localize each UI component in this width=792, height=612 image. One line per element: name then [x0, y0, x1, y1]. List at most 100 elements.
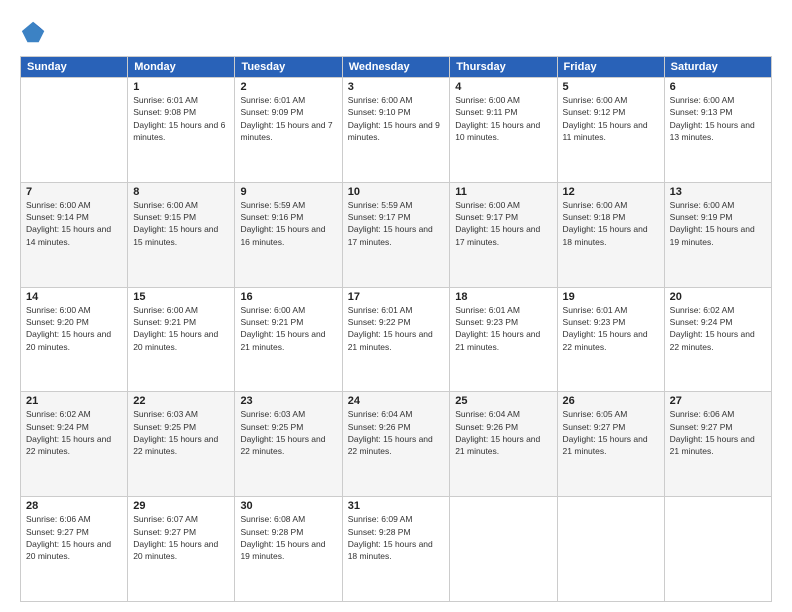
table-row: 7Sunrise: 6:00 AMSunset: 9:14 PMDaylight… [21, 182, 128, 287]
table-row: 13Sunrise: 6:00 AMSunset: 9:19 PMDayligh… [664, 182, 771, 287]
day-info: Sunrise: 6:01 AMSunset: 9:23 PMDaylight:… [455, 304, 551, 353]
day-number: 10 [348, 186, 445, 198]
day-number: 12 [563, 186, 659, 198]
table-row: 5Sunrise: 6:00 AMSunset: 9:12 PMDaylight… [557, 78, 664, 183]
calendar-table: Sunday Monday Tuesday Wednesday Thursday… [20, 56, 772, 602]
day-info: Sunrise: 6:00 AMSunset: 9:21 PMDaylight:… [240, 304, 336, 353]
table-row: 14Sunrise: 6:00 AMSunset: 9:20 PMDayligh… [21, 287, 128, 392]
col-friday: Friday [557, 57, 664, 78]
day-info: Sunrise: 6:00 AMSunset: 9:18 PMDaylight:… [563, 199, 659, 248]
table-row: 6Sunrise: 6:00 AMSunset: 9:13 PMDaylight… [664, 78, 771, 183]
day-number: 27 [670, 395, 766, 407]
day-number: 8 [133, 186, 229, 198]
logo-icon [20, 18, 48, 46]
table-row [664, 497, 771, 602]
table-row: 31Sunrise: 6:09 AMSunset: 9:28 PMDayligh… [342, 497, 450, 602]
day-info: Sunrise: 6:04 AMSunset: 9:26 PMDaylight:… [455, 408, 551, 457]
table-row: 17Sunrise: 6:01 AMSunset: 9:22 PMDayligh… [342, 287, 450, 392]
day-info: Sunrise: 6:02 AMSunset: 9:24 PMDaylight:… [26, 408, 122, 457]
table-row: 9Sunrise: 5:59 AMSunset: 9:16 PMDaylight… [235, 182, 342, 287]
table-row: 30Sunrise: 6:08 AMSunset: 9:28 PMDayligh… [235, 497, 342, 602]
day-number: 20 [670, 291, 766, 303]
table-row: 23Sunrise: 6:03 AMSunset: 9:25 PMDayligh… [235, 392, 342, 497]
table-row: 28Sunrise: 6:06 AMSunset: 9:27 PMDayligh… [21, 497, 128, 602]
day-info: Sunrise: 6:00 AMSunset: 9:21 PMDaylight:… [133, 304, 229, 353]
day-info: Sunrise: 6:00 AMSunset: 9:19 PMDaylight:… [670, 199, 766, 248]
day-number: 2 [240, 81, 336, 93]
day-number: 16 [240, 291, 336, 303]
col-thursday: Thursday [450, 57, 557, 78]
table-row: 15Sunrise: 6:00 AMSunset: 9:21 PMDayligh… [128, 287, 235, 392]
day-info: Sunrise: 6:00 AMSunset: 9:12 PMDaylight:… [563, 94, 659, 143]
calendar-week-row: 7Sunrise: 6:00 AMSunset: 9:14 PMDaylight… [21, 182, 772, 287]
day-number: 25 [455, 395, 551, 407]
day-info: Sunrise: 6:06 AMSunset: 9:27 PMDaylight:… [670, 408, 766, 457]
day-number: 23 [240, 395, 336, 407]
table-row: 10Sunrise: 5:59 AMSunset: 9:17 PMDayligh… [342, 182, 450, 287]
day-info: Sunrise: 5:59 AMSunset: 9:17 PMDaylight:… [348, 199, 445, 248]
day-info: Sunrise: 6:01 AMSunset: 9:23 PMDaylight:… [563, 304, 659, 353]
calendar-page: Sunday Monday Tuesday Wednesday Thursday… [0, 0, 792, 612]
col-saturday: Saturday [664, 57, 771, 78]
col-monday: Monday [128, 57, 235, 78]
table-row: 11Sunrise: 6:00 AMSunset: 9:17 PMDayligh… [450, 182, 557, 287]
calendar-week-row: 21Sunrise: 6:02 AMSunset: 9:24 PMDayligh… [21, 392, 772, 497]
day-info: Sunrise: 6:02 AMSunset: 9:24 PMDaylight:… [670, 304, 766, 353]
day-info: Sunrise: 6:01 AMSunset: 9:08 PMDaylight:… [133, 94, 229, 143]
table-row: 19Sunrise: 6:01 AMSunset: 9:23 PMDayligh… [557, 287, 664, 392]
table-row: 2Sunrise: 6:01 AMSunset: 9:09 PMDaylight… [235, 78, 342, 183]
table-row: 20Sunrise: 6:02 AMSunset: 9:24 PMDayligh… [664, 287, 771, 392]
day-info: Sunrise: 6:00 AMSunset: 9:14 PMDaylight:… [26, 199, 122, 248]
day-number: 1 [133, 81, 229, 93]
day-info: Sunrise: 6:00 AMSunset: 9:10 PMDaylight:… [348, 94, 445, 143]
day-number: 14 [26, 291, 122, 303]
day-number: 31 [348, 500, 445, 512]
day-number: 6 [670, 81, 766, 93]
table-row [450, 497, 557, 602]
day-number: 18 [455, 291, 551, 303]
day-info: Sunrise: 6:00 AMSunset: 9:11 PMDaylight:… [455, 94, 551, 143]
table-row: 26Sunrise: 6:05 AMSunset: 9:27 PMDayligh… [557, 392, 664, 497]
col-tuesday: Tuesday [235, 57, 342, 78]
table-row [21, 78, 128, 183]
day-info: Sunrise: 6:00 AMSunset: 9:17 PMDaylight:… [455, 199, 551, 248]
calendar-header-row: Sunday Monday Tuesday Wednesday Thursday… [21, 57, 772, 78]
day-number: 15 [133, 291, 229, 303]
day-number: 4 [455, 81, 551, 93]
day-number: 30 [240, 500, 336, 512]
table-row: 3Sunrise: 6:00 AMSunset: 9:10 PMDaylight… [342, 78, 450, 183]
table-row: 12Sunrise: 6:00 AMSunset: 9:18 PMDayligh… [557, 182, 664, 287]
day-number: 22 [133, 395, 229, 407]
table-row: 25Sunrise: 6:04 AMSunset: 9:26 PMDayligh… [450, 392, 557, 497]
table-row [557, 497, 664, 602]
table-row: 22Sunrise: 6:03 AMSunset: 9:25 PMDayligh… [128, 392, 235, 497]
day-info: Sunrise: 6:01 AMSunset: 9:09 PMDaylight:… [240, 94, 336, 143]
day-info: Sunrise: 6:07 AMSunset: 9:27 PMDaylight:… [133, 513, 229, 562]
day-info: Sunrise: 6:09 AMSunset: 9:28 PMDaylight:… [348, 513, 445, 562]
calendar-week-row: 1Sunrise: 6:01 AMSunset: 9:08 PMDaylight… [21, 78, 772, 183]
day-info: Sunrise: 6:01 AMSunset: 9:22 PMDaylight:… [348, 304, 445, 353]
calendar-week-row: 28Sunrise: 6:06 AMSunset: 9:27 PMDayligh… [21, 497, 772, 602]
calendar-week-row: 14Sunrise: 6:00 AMSunset: 9:20 PMDayligh… [21, 287, 772, 392]
table-row: 16Sunrise: 6:00 AMSunset: 9:21 PMDayligh… [235, 287, 342, 392]
table-row: 8Sunrise: 6:00 AMSunset: 9:15 PMDaylight… [128, 182, 235, 287]
day-number: 5 [563, 81, 659, 93]
day-info: Sunrise: 6:04 AMSunset: 9:26 PMDaylight:… [348, 408, 445, 457]
day-number: 7 [26, 186, 122, 198]
day-number: 24 [348, 395, 445, 407]
header [20, 18, 772, 46]
day-number: 17 [348, 291, 445, 303]
col-wednesday: Wednesday [342, 57, 450, 78]
col-sunday: Sunday [21, 57, 128, 78]
day-number: 28 [26, 500, 122, 512]
day-number: 21 [26, 395, 122, 407]
day-number: 11 [455, 186, 551, 198]
day-info: Sunrise: 6:03 AMSunset: 9:25 PMDaylight:… [133, 408, 229, 457]
day-info: Sunrise: 6:00 AMSunset: 9:20 PMDaylight:… [26, 304, 122, 353]
table-row: 29Sunrise: 6:07 AMSunset: 9:27 PMDayligh… [128, 497, 235, 602]
table-row: 21Sunrise: 6:02 AMSunset: 9:24 PMDayligh… [21, 392, 128, 497]
table-row: 4Sunrise: 6:00 AMSunset: 9:11 PMDaylight… [450, 78, 557, 183]
day-info: Sunrise: 5:59 AMSunset: 9:16 PMDaylight:… [240, 199, 336, 248]
day-number: 29 [133, 500, 229, 512]
table-row: 24Sunrise: 6:04 AMSunset: 9:26 PMDayligh… [342, 392, 450, 497]
